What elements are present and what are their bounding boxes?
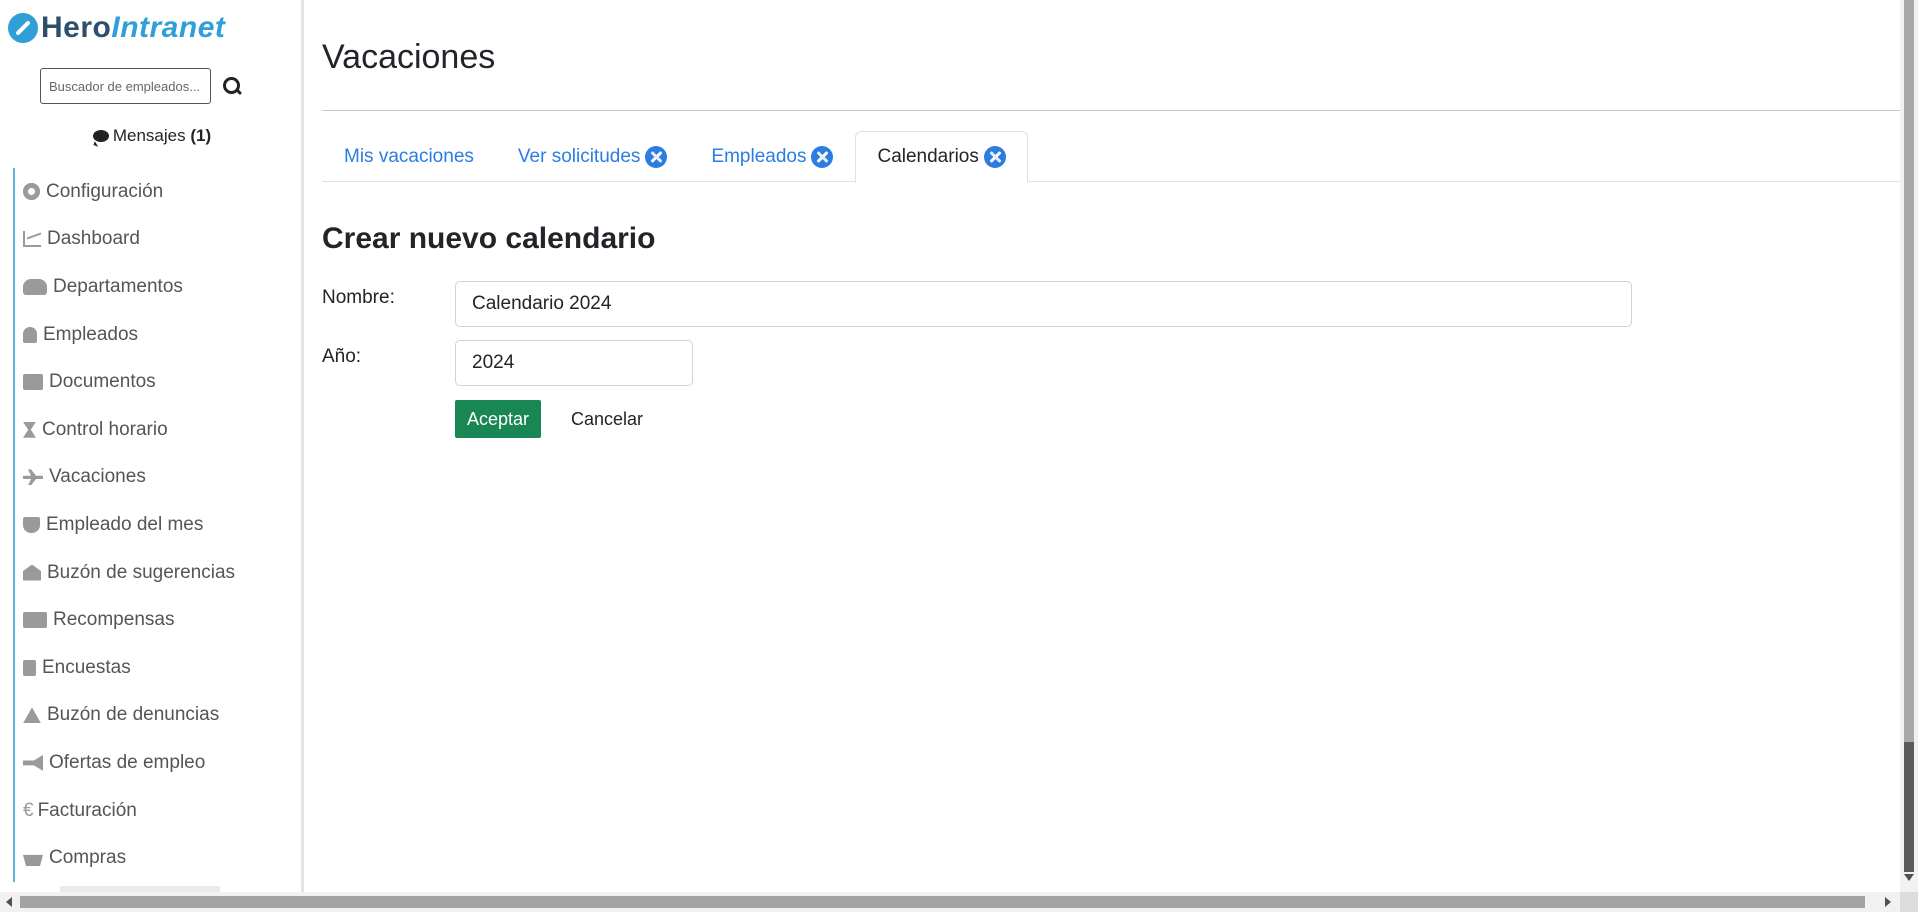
horizontal-scrollbar-thumb[interactable] bbox=[20, 896, 1865, 908]
plane-icon bbox=[23, 469, 43, 486]
tab-label: Mis vacaciones bbox=[344, 145, 474, 167]
sidebar-item-label: Empleados bbox=[43, 323, 139, 345]
tab-label: Empleados bbox=[711, 145, 807, 167]
comment-icon bbox=[92, 130, 109, 142]
sidebar-item-compras[interactable]: Compras bbox=[15, 834, 301, 882]
horizontal-scrollbar[interactable] bbox=[0, 892, 1918, 912]
sidebar-item-label: Configuración bbox=[46, 180, 164, 202]
trophy-icon bbox=[23, 516, 40, 533]
sidebar-item-label: Vacaciones bbox=[49, 466, 146, 488]
sidebar-item-label: Buzón de denuncias bbox=[47, 704, 220, 726]
sidebar-item-label: Empleado del mes bbox=[46, 513, 204, 535]
sidebar-item-empleados[interactable]: Empleados bbox=[15, 311, 301, 359]
tab-mis-vacaciones[interactable]: Mis vacaciones bbox=[322, 131, 496, 182]
logo-text: HeroIntranet bbox=[41, 11, 225, 45]
sidebar-item-dashboard[interactable]: Dashboard bbox=[15, 216, 301, 264]
envelope-open-icon bbox=[23, 564, 41, 581]
year-label: Año: bbox=[322, 346, 362, 367]
chart-line-icon bbox=[23, 231, 41, 248]
sidebar-item-facturacion[interactable]: € Facturación bbox=[15, 787, 301, 835]
gear-icon bbox=[23, 183, 40, 201]
form-title: Crear nuevo calendario bbox=[322, 222, 656, 255]
sidebar: HeroIntranet Mensajes (1) Configuración … bbox=[0, 0, 304, 892]
sidebar-item-buzon-sugerencias[interactable]: Buzón de sugerencias bbox=[15, 549, 301, 597]
tab-ver-solicitudes[interactable]: Ver solicitudes bbox=[496, 131, 690, 182]
hero-intranet-logo[interactable]: HeroIntranet bbox=[8, 11, 225, 45]
title-divider bbox=[322, 110, 1900, 111]
logo-text-hero: Hero bbox=[41, 11, 112, 44]
logo-text-intranet: Intranet bbox=[111, 11, 226, 44]
sidebar-item-control-horario[interactable]: Control horario bbox=[15, 406, 301, 454]
sidebar-item-label: Recompensas bbox=[53, 609, 175, 631]
page-title: Vacaciones bbox=[322, 38, 496, 76]
calendar-name-input[interactable] bbox=[455, 281, 1632, 327]
tools-icon bbox=[983, 146, 1006, 168]
scroll-right-arrow-icon[interactable] bbox=[1885, 897, 1891, 907]
calendar-year-input[interactable] bbox=[455, 340, 693, 386]
messages-label: Mensajes bbox=[112, 126, 186, 145]
name-label: Nombre: bbox=[322, 287, 395, 308]
warning-icon bbox=[23, 707, 41, 724]
sidebar-item-encuestas[interactable]: Encuestas bbox=[15, 644, 301, 692]
users-icon bbox=[23, 278, 47, 295]
gifts-icon bbox=[23, 612, 47, 629]
cancel-button[interactable]: Cancelar bbox=[559, 400, 655, 438]
sidebar-item-label: Facturación bbox=[37, 799, 137, 821]
sidebar-item-configuracion[interactable]: Configuración bbox=[15, 168, 301, 216]
sidebar-item-label: Compras bbox=[49, 847, 127, 869]
sidebar-item-label: Control horario bbox=[42, 418, 168, 440]
sidebar-item-buzon-denuncias[interactable]: Buzón de denuncias bbox=[15, 692, 301, 740]
folder-icon bbox=[23, 374, 43, 391]
sidebar-item-vacaciones[interactable]: Vacaciones bbox=[15, 454, 301, 502]
tab-label: Calendarios bbox=[877, 146, 979, 167]
vertical-scrollbar-track bbox=[1904, 742, 1914, 872]
logo-icon bbox=[8, 13, 38, 43]
employee-search-input[interactable] bbox=[40, 68, 211, 104]
vertical-scrollbar-thumb[interactable] bbox=[1904, 0, 1914, 742]
clipboard-list-icon bbox=[23, 659, 36, 676]
tools-icon bbox=[645, 145, 668, 168]
sidebar-item-ofertas-empleo[interactable]: Ofertas de empleo bbox=[15, 739, 301, 787]
sidebar-item-label: Ofertas de empleo bbox=[49, 751, 206, 773]
sidebar-item-recompensas[interactable]: Recompensas bbox=[15, 596, 301, 644]
sidebar-item-label: Documentos bbox=[49, 371, 156, 393]
sidebar-item-documentos[interactable]: Documentos bbox=[15, 358, 301, 406]
hourglass-icon bbox=[23, 421, 36, 438]
vertical-scrollbar[interactable] bbox=[1900, 0, 1918, 892]
sidebar-item-label: Encuestas bbox=[42, 656, 131, 678]
sidebar-nav: Configuración Dashboard Departamentos Em… bbox=[13, 168, 301, 882]
sidebar-item-empleado-del-mes[interactable]: Empleado del mes bbox=[15, 501, 301, 549]
messages-count: (1) bbox=[190, 126, 212, 145]
tab-bar: Mis vacaciones Ver solicitudes Empleados… bbox=[322, 131, 1900, 183]
employee-search bbox=[40, 68, 243, 104]
bullhorn-icon bbox=[23, 754, 43, 771]
sidebar-item-label: Buzón de sugerencias bbox=[47, 561, 236, 583]
accept-button[interactable]: Aceptar bbox=[455, 400, 542, 438]
scrollbar-corner bbox=[1900, 892, 1918, 912]
scroll-left-arrow-icon[interactable] bbox=[6, 897, 12, 907]
messages-link[interactable]: Mensajes (1) bbox=[0, 126, 301, 146]
scroll-down-arrow-icon[interactable] bbox=[1904, 874, 1914, 881]
tools-icon bbox=[811, 145, 834, 168]
tab-label: Ver solicitudes bbox=[517, 145, 641, 167]
basket-icon bbox=[23, 854, 43, 867]
tab-calendarios[interactable]: Calendarios bbox=[855, 131, 1028, 183]
tab-empleados[interactable]: Empleados bbox=[689, 131, 855, 182]
sidebar-item-label: Dashboard bbox=[47, 228, 140, 250]
sidebar-item-label: Departamentos bbox=[53, 275, 183, 297]
euro-icon: € bbox=[23, 799, 34, 821]
sidebar-item-departamentos[interactable]: Departamentos bbox=[15, 263, 301, 311]
search-icon[interactable] bbox=[221, 75, 243, 97]
user-icon bbox=[23, 326, 37, 343]
